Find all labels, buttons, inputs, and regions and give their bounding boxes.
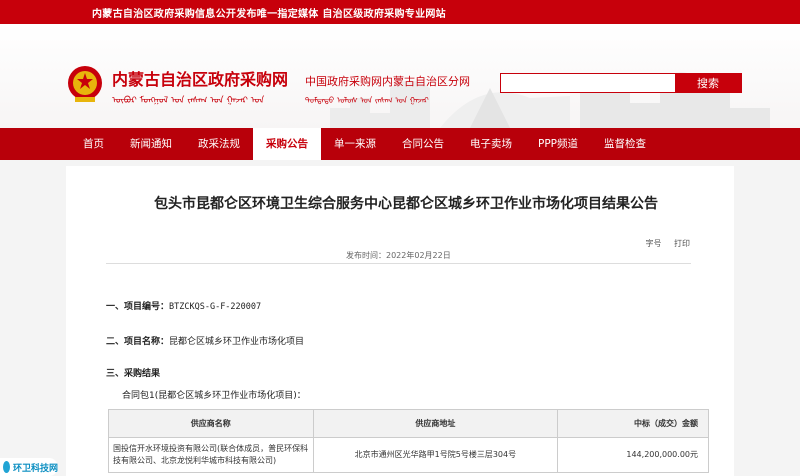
site-subtitle: 中国政府采购网内蒙古自治区分网 — [305, 75, 470, 88]
article-panel: 包头市昆都仑区环境卫生综合服务中心昆都仑区城乡环卫作业市场化项目结果公告 字号 … — [66, 166, 734, 476]
nav-item-contract-notice[interactable]: 合同公告 — [389, 128, 457, 160]
site-header: 内蒙古自治区政府采购网 ᠥᠪᠦᠷ ᠮᠣᠩᠭᠣᠯ ᠤᠨ ᠵᠠᠰᠠᠭ ᠤᠨ ᠭᠠᠵᠠ… — [0, 24, 800, 128]
search-input[interactable] — [501, 74, 675, 92]
nav-item-procurement-notice[interactable]: 采购公告 — [253, 128, 321, 160]
site-title-mongolian: ᠥᠪᠦᠷ ᠮᠣᠩᠭᠣᠯ ᠤᠨ ᠵᠠᠰᠠᠭ ᠤᠨ ᠭᠠᠵᠠᠷ ᠤᠨ — [112, 96, 265, 106]
table-header-row: 供应商名称 供应商地址 中标（成交）金额 — [108, 409, 709, 438]
divider — [106, 263, 691, 264]
article-tools: 字号 打印 — [635, 238, 690, 249]
article-title: 包头市昆都仑区环境卫生综合服务中心昆都仑区城乡环卫作业市场化项目结果公告 — [154, 196, 658, 212]
top-notice-text: 内蒙古自治区政府采购信息公开发布唯一指定媒体 自治区级政府采购专业网站 — [92, 9, 446, 20]
nav-item-supervision[interactable]: 监督检查 — [591, 128, 659, 160]
font-size-link[interactable]: 字号 — [645, 239, 661, 248]
supplier-address-cell: 北京市通州区光华路甲1号院5号楼三层304号 — [312, 437, 559, 473]
table-header-supplier-name: 供应商名称 — [108, 409, 314, 438]
nav-item-e-mall[interactable]: 电子卖场 — [457, 128, 525, 160]
nav-item-regulations[interactable]: 政采法规 — [185, 128, 253, 160]
search-box: 搜索 — [500, 73, 742, 93]
national-emblem-icon[interactable] — [66, 64, 104, 104]
supplier-name-cell: 国投信开水环境投资有限公司(联合体成员，普民环保科技有限公司、北京龙悦利华城市科… — [108, 437, 314, 473]
globe-icon — [3, 461, 10, 473]
site-title[interactable]: 内蒙古自治区政府采购网 — [112, 66, 288, 90]
section-result: 三、采购结果 — [106, 366, 160, 379]
nav-item-news[interactable]: 新闻通知 — [117, 128, 185, 160]
table-header-supplier-address: 供应商地址 — [312, 409, 559, 438]
contract-package: 合同包1(昆都仑区城乡环卫作业市场化项目)： — [122, 391, 306, 401]
search-button[interactable]: 搜索 — [675, 74, 741, 92]
result-heading: 三、采购结果 — [106, 369, 161, 379]
project-name-label: 二、项目名称： — [106, 337, 170, 347]
nav-item-ppp[interactable]: PPP频道 — [525, 128, 591, 160]
project-number-value: BTZCKQS-G-F-220007 — [169, 302, 262, 312]
section-project-number: 一、项目编号：BTZCKQS-G-F-220007 — [106, 299, 261, 312]
watermark-badge: 环卫科技网 — [0, 458, 58, 476]
site-subtitle-mongolian: ᠳᠤᠮᠳᠠᠳᠤ ᠤᠯᠤᠰ ᠤᠨ ᠵᠠᠰᠠᠭ ᠤᠨ ᠭᠠᠵᠠᠷ — [305, 96, 429, 105]
table-header-amount: 中标（成交）金额 — [557, 409, 709, 438]
section-project-name: 二、项目名称：昆都仑区城乡环卫作业市场化项目 — [106, 334, 304, 347]
main-nav: 首页 新闻通知 政采法规 采购公告 单一来源 合同公告 电子卖场 PPP频道 监… — [0, 128, 800, 160]
project-name-value: 昆都仑区城乡环卫作业市场化项目 — [169, 337, 305, 347]
nav-item-single-source[interactable]: 单一来源 — [321, 128, 389, 160]
watermark-text: 环卫科技网 — [12, 463, 58, 474]
nav-item-home[interactable]: 首页 — [70, 128, 117, 160]
print-link[interactable]: 打印 — [674, 239, 690, 248]
publish-time: 发布时间：2022年02月22日 — [346, 251, 451, 260]
table-row: 国投信开水环境投资有限公司(联合体成员，普民环保科技有限公司、北京龙悦利华城市科… — [108, 437, 709, 473]
top-notice-bar: 内蒙古自治区政府采购信息公开发布唯一指定媒体 自治区级政府采购专业网站 — [0, 0, 800, 24]
project-number-label: 一、项目编号： — [106, 302, 170, 312]
amount-cell: 144,200,000.00元 — [557, 437, 709, 473]
result-table: 供应商名称 供应商地址 中标（成交）金额 国投信开水环境投资有限公司(联合体成员… — [108, 409, 709, 473]
